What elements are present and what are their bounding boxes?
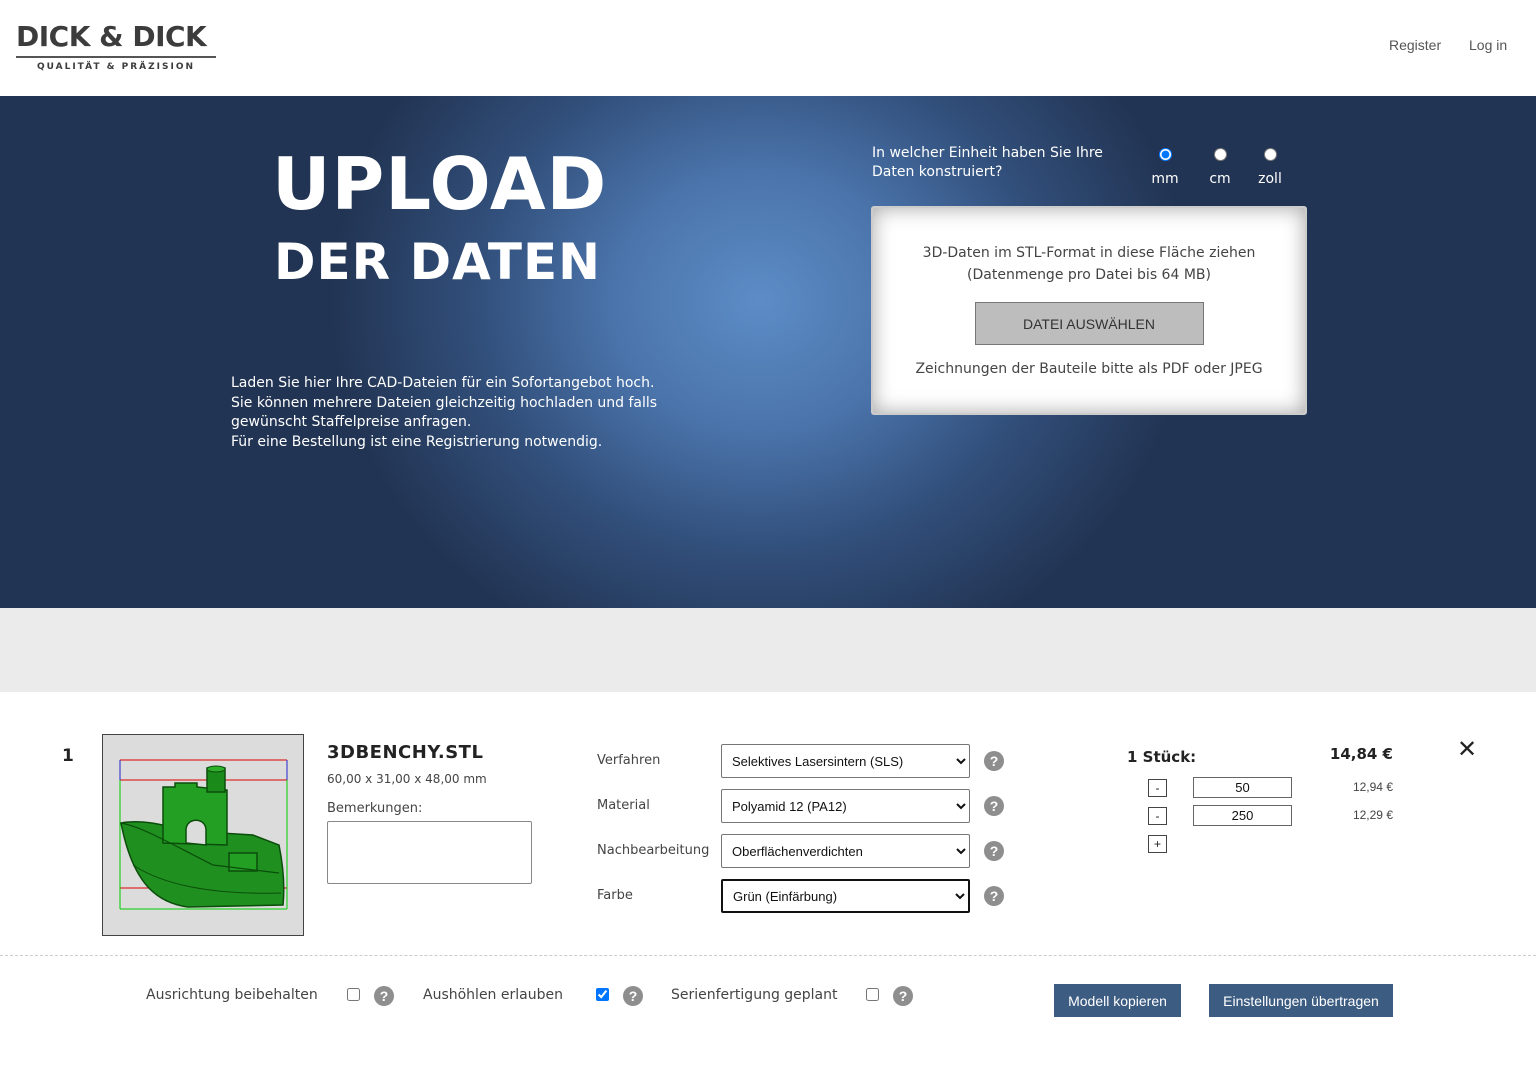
unit-label-cm: cm xyxy=(1209,171,1231,187)
unit-question: In welcher Einheit haben Sie Ihre Daten … xyxy=(872,145,1103,180)
logo-wordmark: DICK & DICK xyxy=(16,20,207,53)
tier-quantity-input[interactable] xyxy=(1193,777,1292,798)
file-name: 3DBENCHY.STL xyxy=(327,742,484,763)
site-header: DICK & DICK QUALITÄT & PRÄZISION Registe… xyxy=(0,0,1536,96)
section-divider-band xyxy=(0,608,1536,692)
series-planned-checkbox[interactable] xyxy=(866,988,879,1001)
dropzone-line-1: 3D-Daten im STL-Format in diese Fläche z… xyxy=(922,245,1256,261)
tier-price: 12,29 € xyxy=(1352,808,1393,822)
unit-price: 14,84 € xyxy=(1329,745,1393,763)
hero-intro-text: Laden Sie hier Ihre CAD-Dateien für ein … xyxy=(231,374,658,452)
process-label: Verfahren xyxy=(597,753,661,768)
dropzone-instructions: 3D-Daten im STL-Format in diese Fläche z… xyxy=(873,242,1305,286)
allow-hollowing-checkbox[interactable] xyxy=(596,988,609,1001)
apply-settings-button[interactable]: Einstellungen übertragen xyxy=(1209,984,1393,1017)
intro-line: gewünscht Staffelpreise anfragen. xyxy=(231,414,472,431)
upload-hero: UPLOAD DER DATEN Laden Sie hier Ihre CAD… xyxy=(0,96,1536,608)
postprocessing-label: Nachbearbeitung xyxy=(597,843,710,858)
intro-line: Für eine Bestellung ist eine Registrieru… xyxy=(231,433,603,450)
copy-model-button[interactable]: Modell kopieren xyxy=(1054,984,1181,1017)
material-help-icon[interactable]: ? xyxy=(984,796,1004,816)
quantity-label: 1 Stück: xyxy=(1127,748,1197,766)
hero-title: UPLOAD xyxy=(272,142,608,226)
dropzone-note: Zeichnungen der Bauteile bitte als PDF o… xyxy=(915,361,1263,377)
process-select[interactable]: Selektives Lasersintern (SLS) xyxy=(721,744,970,778)
logo-tagline: QUALITÄT & PRÄZISION xyxy=(36,62,196,72)
remove-item-close-icon[interactable]: ✕ xyxy=(1456,736,1478,762)
color-help-icon[interactable]: ? xyxy=(984,886,1004,906)
unit-label-mm: mm xyxy=(1151,171,1179,187)
color-label: Farbe xyxy=(597,888,633,903)
unit-radio-mm[interactable] xyxy=(1158,148,1172,161)
unit-label-zoll: zoll xyxy=(1258,171,1282,187)
item-number: 1 xyxy=(62,746,74,766)
hero-subtitle: DER DATEN xyxy=(274,233,601,291)
color-select[interactable]: Grün (Einfärbung) xyxy=(721,879,970,913)
tier-price: 12,94 € xyxy=(1352,780,1393,794)
add-tier-button[interactable]: + xyxy=(1148,835,1167,853)
dropzone-line-2: (Datenmenge pro Datei bis 64 MB) xyxy=(967,267,1211,283)
intro-line: Sie können mehrere Dateien gleichzeitig … xyxy=(231,394,658,411)
remove-tier-button[interactable]: - xyxy=(1148,779,1167,797)
login-link[interactable]: Log in xyxy=(1469,37,1507,53)
postprocessing-select[interactable]: Oberflächenverdichten xyxy=(721,834,970,868)
remove-tier-button[interactable]: - xyxy=(1148,807,1167,825)
boat-hull xyxy=(120,765,285,908)
allow-hollowing-help-icon[interactable]: ? xyxy=(623,986,643,1006)
tier-quantity-input[interactable] xyxy=(1193,805,1292,826)
choose-file-button[interactable]: DATEI AUSWÄHLEN xyxy=(974,302,1204,345)
logo-underline xyxy=(16,56,216,58)
allow-hollowing-label: Aushöhlen erlauben xyxy=(423,987,563,1003)
material-label: Material xyxy=(597,798,650,813)
process-help-icon[interactable]: ? xyxy=(984,751,1004,771)
file-dimensions: 60,00 x 31,00 x 48,00 mm xyxy=(327,772,487,786)
boat-model-icon xyxy=(119,759,288,910)
series-planned-help-icon[interactable]: ? xyxy=(893,986,913,1006)
remarks-field[interactable] xyxy=(327,821,532,884)
intro-line: Laden Sie hier Ihre CAD-Dateien für ein … xyxy=(231,375,655,391)
unit-radio-zoll[interactable] xyxy=(1263,148,1277,161)
register-link[interactable]: Register xyxy=(1389,37,1441,53)
series-planned-label: Serienfertigung geplant xyxy=(671,987,838,1003)
remarks-label: Bemerkungen: xyxy=(327,801,423,816)
keep-orientation-label: Ausrichtung beibehalten xyxy=(146,987,318,1003)
unit-option-zoll[interactable]: zoll xyxy=(1250,146,1290,187)
unit-option-cm[interactable]: cm xyxy=(1200,146,1240,187)
keep-orientation-checkbox[interactable] xyxy=(347,988,360,1001)
model-preview[interactable] xyxy=(102,734,304,936)
unit-radio-cm[interactable] xyxy=(1213,148,1227,161)
postprocessing-help-icon[interactable]: ? xyxy=(984,841,1004,861)
keep-orientation-help-icon[interactable]: ? xyxy=(374,986,394,1006)
unit-option-mm[interactable]: mm xyxy=(1145,146,1185,187)
logo[interactable]: DICK & DICK QUALITÄT & PRÄZISION xyxy=(16,20,220,76)
upload-dropzone[interactable]: 3D-Daten im STL-Format in diese Fläche z… xyxy=(871,206,1307,415)
divider xyxy=(0,955,1536,956)
material-select[interactable]: Polyamid 12 (PA12) xyxy=(721,789,970,823)
